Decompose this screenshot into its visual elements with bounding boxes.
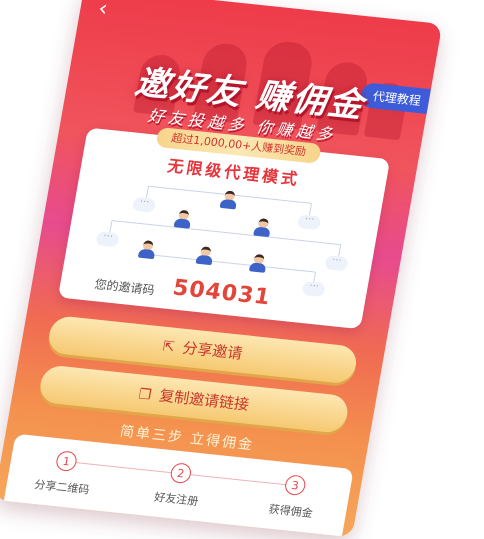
copy-invite-link-label: 复制邀请链接: [157, 386, 251, 414]
invite-card: 超过1,000,00+人赚到奖励 无限级代理模式 ··· ··· ··· ···…: [57, 126, 391, 330]
step-number: 3: [283, 474, 307, 497]
person-icon: [173, 209, 193, 229]
step-number: 1: [54, 450, 79, 473]
share-icon: ⇱: [161, 338, 176, 356]
person-icon: [137, 240, 157, 260]
step-number: 2: [169, 462, 193, 485]
person-icon: [248, 253, 268, 273]
step-label: 分享二维码: [33, 478, 91, 497]
share-invite-label: 分享邀请: [181, 338, 244, 363]
invite-code-label: 您的邀请码: [93, 277, 156, 298]
person-icon: [253, 217, 272, 238]
step-label: 获得佣金: [267, 502, 314, 521]
phone-screen: ‹ 代理教程 邀好友 赚佣金 好友投越多 你赚越多 超过1,000,00+人赚到…: [0, 0, 443, 538]
copy-icon: ❐: [137, 386, 153, 404]
back-icon[interactable]: ‹: [97, 0, 110, 22]
step-item: 2 好友注册: [130, 459, 227, 512]
person-icon: [195, 246, 215, 266]
person-icon: [219, 190, 239, 210]
step-label: 好友注册: [153, 490, 200, 509]
step-item: 3 获得佣金: [245, 471, 342, 524]
step-item: 1 分享二维码: [16, 447, 113, 500]
more-icon: ···: [301, 281, 326, 298]
